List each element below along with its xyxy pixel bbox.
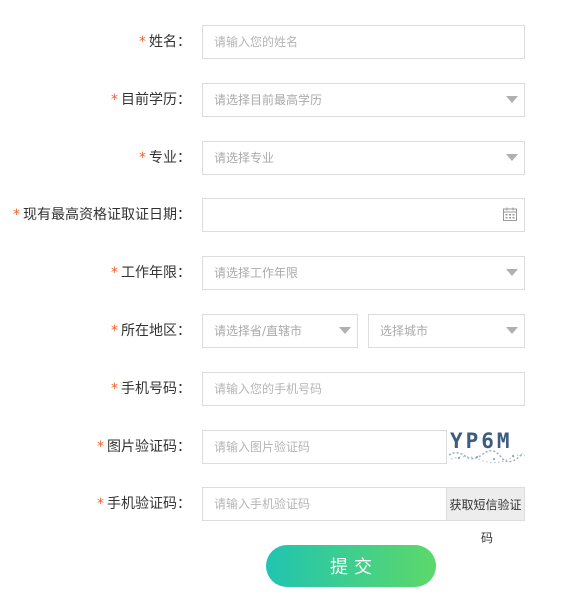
work-years-label: * 工作年限： — [111, 265, 191, 281]
row-major: * 专业： 请选择专业 — [0, 141, 570, 175]
row-phone: * 手机号码： — [0, 372, 570, 406]
required-mark: * — [139, 34, 146, 50]
sms-code-field[interactable] — [202, 487, 447, 521]
phone-label: * 手机号码： — [111, 381, 191, 397]
required-mark: * — [13, 207, 20, 223]
row-work-years: * 工作年限： 请选择工作年限 — [0, 256, 570, 290]
province-select[interactable]: 请选择省/直辖市 — [202, 314, 358, 348]
required-mark: * — [97, 496, 104, 512]
get-sms-code-button[interactable]: 获取短信验证 — [446, 487, 525, 521]
major-select[interactable]: 请选择专业 — [202, 141, 525, 175]
image-code-label: * 图片验证码： — [97, 439, 191, 455]
work-years-placeholder: 请选择工作年限 — [214, 266, 299, 280]
application-form: *姓名： *目前学历： 请选择目前最高学历 *专业： 请选择专业 *现有最高资格… — [0, 0, 570, 604]
sms-code-input[interactable] — [203, 488, 446, 520]
row-region: * 所在地区： 请选择省/直辖市 选择城市 — [0, 314, 570, 348]
cert-date-label: * 现有最高资格证取证日期： — [13, 207, 191, 223]
chevron-down-icon — [506, 269, 518, 276]
sms-code-label: * 手机验证码： — [97, 496, 191, 512]
city-select[interactable]: 选择城市 — [368, 314, 525, 348]
calendar-icon[interactable] — [503, 207, 517, 221]
name-field[interactable] — [202, 25, 525, 59]
required-mark: * — [111, 323, 118, 339]
submit-button[interactable]: 提交 — [266, 545, 436, 587]
captcha-image[interactable]: YP6M — [447, 428, 525, 464]
chevron-down-icon — [339, 327, 351, 334]
name-input[interactable] — [203, 26, 524, 58]
required-mark: * — [111, 381, 118, 397]
row-cert-date: * 现有最高资格证取证日期： — [0, 198, 570, 232]
sms-button-label: 获取短信验证 — [449, 498, 522, 512]
row-name: * 姓名： — [0, 25, 570, 59]
major-label: * 专业： — [139, 150, 191, 166]
name-label: * 姓名： — [139, 34, 191, 50]
province-placeholder: 请选择省/直辖市 — [214, 324, 303, 338]
city-placeholder: 选择城市 — [380, 324, 429, 338]
required-mark: * — [139, 150, 146, 166]
required-mark: * — [111, 92, 118, 108]
chevron-down-icon — [506, 96, 518, 103]
chevron-down-icon — [506, 154, 518, 161]
row-image-code: *图片验证码： YP6M — [0, 428, 570, 464]
cert-date-input[interactable] — [203, 199, 524, 231]
captcha-text: YP6M — [450, 429, 513, 453]
image-code-field[interactable] — [202, 430, 447, 464]
row-sms-code: *手机验证码： 获取短信验证 — [0, 487, 570, 521]
sms-button-label-wrap[interactable]: 码 — [481, 529, 493, 546]
cert-date-field[interactable] — [202, 198, 525, 232]
region-label: * 所在地区： — [111, 323, 191, 339]
work-years-select[interactable]: 请选择工作年限 — [202, 256, 525, 290]
chevron-down-icon — [506, 327, 518, 334]
education-select[interactable]: 请选择目前最高学历 — [202, 83, 525, 117]
phone-field[interactable] — [202, 372, 525, 406]
row-education: * 目前学历： 请选择目前最高学历 — [0, 83, 570, 117]
required-mark: * — [97, 439, 104, 455]
education-placeholder: 请选择目前最高学历 — [214, 93, 323, 107]
education-label: * 目前学历： — [111, 92, 191, 108]
required-mark: * — [111, 265, 118, 281]
phone-input[interactable] — [203, 373, 524, 405]
image-code-input[interactable] — [203, 431, 446, 463]
major-placeholder: 请选择专业 — [214, 151, 275, 165]
